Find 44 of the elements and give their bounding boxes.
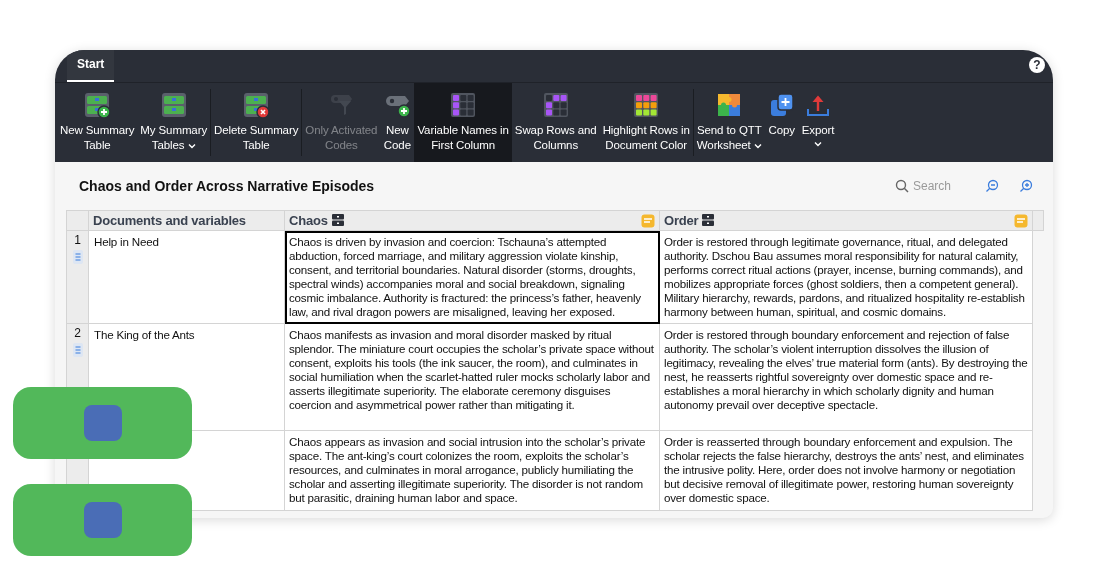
document-name[interactable]: The King of the Ants: [94, 328, 195, 341]
column-header[interactable]: Chaos: [289, 212, 328, 228]
memo-icon[interactable]: [641, 213, 655, 228]
toolbar-button[interactable]: New Code: [380, 83, 415, 162]
search-field[interactable]: Search: [913, 177, 973, 195]
toolbar-button[interactable]: Export: [798, 83, 838, 162]
toolbar-button[interactable]: Highlight Rows in Document Color: [599, 83, 693, 162]
grid-icon: [541, 91, 570, 119]
document-name[interactable]: Help in Need: [94, 235, 159, 248]
table-add-icon: [83, 91, 112, 119]
table-cell[interactable]: Chaos manifests as invasion and moral disorder masked by ritual splendor. The miniature court occupies the scholar’s private space without consent, exploits his tools (the ink saucer, the room), and culminates in social humiliation when the scarlet-hatted ruler mocks scholarly labor and asserts illegitimate superiority. The elaborate ceremony disguises coercion and asymmetrical power rather than mitigating it.: [284, 323, 660, 431]
table-delete-icon: [242, 91, 271, 119]
search-icon: [895, 179, 909, 193]
variable-icon: [702, 213, 715, 226]
grid-icon: [449, 91, 478, 119]
toolbar-button[interactable]: Swap Rows and Columns: [511, 83, 600, 162]
table-cell[interactable]: Order is restored through boundary enforcement and rejection of false authority. The scholar’s violent interruption dissolves the illusion of legitimacy, revealing the elves’ true material form (ants). By destroying the nest, he reasserts rightful sovereignty over domestic space and re-establishes a moral hierarchy in which scholarly dignity and human autonomy prevail over deceptive spectacle.: [659, 323, 1033, 431]
document-memo-icon[interactable]: [72, 343, 83, 357]
column-header[interactable]: Documents and variables: [93, 212, 246, 228]
row-number: 2: [73, 326, 82, 340]
toolbar-button[interactable]: Variable Names in First Column: [414, 83, 512, 162]
toolbar-button[interactable]: Send to QTT Worksheet: [693, 83, 765, 162]
row-number: 1: [73, 233, 82, 247]
zoom-in-icon[interactable]: [1019, 179, 1033, 193]
table-cell[interactable]: Chaos is driven by invasion and coercion: Tschauna’s attempted abduction, forced marriage, and military aggression violate kinship, consent, and territorial boundaries. Natural disorder (storms, droughts, spectral winds) accompanies moral and social breakdown, signaling cosmic imbalance. Authority is fractured: the princess’s father, heavenly law, and rival dragon powers are misaligned, leaving her exposed.: [284, 230, 660, 324]
grid-icon: [632, 91, 661, 119]
memo-icon[interactable]: [1014, 213, 1028, 228]
table-icon: [159, 91, 188, 119]
column-header[interactable]: Order: [664, 212, 699, 228]
variable-icon: [331, 213, 344, 226]
zoom-out-icon[interactable]: [985, 179, 999, 193]
toolbar-button[interactable]: My Summary Tables: [137, 83, 211, 162]
table-cell[interactable]: Order is reasserted through boundary enforcement and expulsion. The scholar rejects the false hierarchy, destroys the ants’ nest, and eliminates the intrusive polity. Here, order does not involve harmony or negotiation but decisive removal of illegitimate power, restoring human sovereignty over domestic space.: [659, 430, 1033, 511]
toolbar-button[interactable]: Copy: [764, 83, 799, 162]
table-cell[interactable]: Chaos appears as invasion and social intrusion into the scholar’s private space. The ant-king’s court colonizes the room, exploits the scholar’s resources, and culminates in moral arrogance, publicly humiliating the scholar and asserting illegitimate superiority. The disorder is not random but parasitic, draining human labor and space.: [284, 430, 660, 511]
toolbar-button[interactable]: Delete Summary Table: [211, 83, 302, 162]
help-button[interactable]: ?: [1029, 57, 1045, 73]
square-shape: [83, 405, 122, 441]
toolbar-button[interactable]: New Summary Table: [57, 83, 138, 162]
tab[interactable]: Start: [67, 50, 115, 82]
table-title: Chaos and Order Across Narrative Episodes: [79, 176, 375, 196]
document-memo-icon[interactable]: [72, 250, 83, 264]
square-shape: [83, 502, 122, 538]
table-cell[interactable]: Order is restored through legitimate governance, ritual, and delegated authority. Dschou Bau assumes moral responsibility for natural calamity, performs correct ritual actions (prayer, incense, burning commands), and mobilizes appropriate forces (ghost soldiers, then a competent general). Military hierarchy, rewards, pardons, and ritualized hospitality re-establish harmony between human, spiritual, and cosmic domains.: [659, 230, 1033, 324]
